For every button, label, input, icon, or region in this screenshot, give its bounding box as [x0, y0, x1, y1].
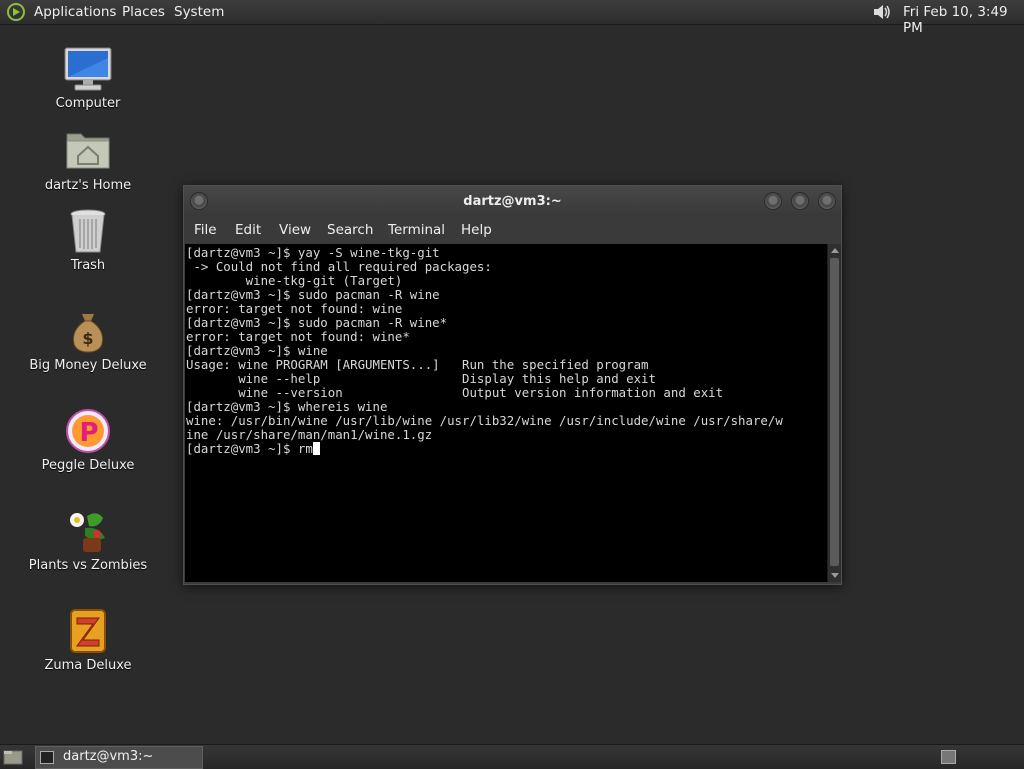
terminal-output[interactable]: [dartz@vm3 ~]$ yay -S wine-tkg-git -> Co… [185, 244, 827, 582]
scrollbar-thumb[interactable] [830, 258, 839, 566]
close-button[interactable] [818, 192, 836, 210]
plants-vs-zombies-icon [70, 513, 105, 552]
desktop-icon-label: Computer [55, 96, 121, 111]
trash-icon [70, 209, 106, 253]
minimize-button[interactable] [764, 192, 782, 210]
desktop-icon-label: Trash [70, 258, 106, 273]
taskbar-button-terminal[interactable]: dartz@vm3:~ [35, 746, 203, 769]
terminal-prompt: [dartz@vm3 ~]$ [186, 441, 298, 456]
terminal-menubar: File Edit View Search Terminal Help [184, 216, 841, 244]
peggle-icon: P [66, 409, 110, 453]
bottom-panel: dartz@vm3:~ [0, 744, 1024, 769]
terminal-line: wine --help Display this help and exit [186, 371, 656, 386]
desktop-icon-trash[interactable]: Trash [28, 208, 148, 273]
window-title: dartz@vm3:~ [463, 194, 562, 209]
home-folder-icon [66, 133, 110, 169]
text-cursor [312, 442, 320, 455]
desktop-icon-label: Big Money Deluxe [29, 358, 147, 373]
window-titlebar[interactable]: dartz@vm3:~ [184, 186, 841, 216]
desktop-icon-computer[interactable]: Computer [28, 46, 148, 111]
menu-file[interactable]: File [194, 222, 217, 238]
desktop-icon-label: Zuma Deluxe [44, 658, 132, 673]
scroll-up-arrow-icon[interactable] [831, 248, 839, 253]
terminal-scrollbar[interactable] [827, 244, 841, 582]
svg-text:P: P [79, 418, 98, 448]
places-menu[interactable]: Places [122, 4, 165, 20]
desktop-icon-peggle[interactable]: P Peggle Deluxe [28, 408, 148, 473]
terminal-line: error: target not found: wine* [186, 329, 410, 344]
computer-icon [64, 47, 112, 91]
distro-logo-icon[interactable] [6, 2, 26, 22]
terminal-icon [40, 751, 54, 764]
workspace-switcher[interactable] [941, 750, 956, 764]
terminal-line: [dartz@vm3 ~]$ whereis wine [186, 399, 388, 414]
terminal-line: [dartz@vm3 ~]$ sudo pacman -R wine* [186, 315, 448, 330]
desktop-icon-home[interactable]: dartz's Home [28, 128, 148, 193]
scroll-down-arrow-icon[interactable] [831, 573, 839, 578]
show-desktop-icon[interactable] [3, 749, 23, 765]
taskbar-button-label: dartz@vm3:~ [63, 749, 154, 764]
clock[interactable]: Fri Feb 10, 3:49 PM [903, 4, 1024, 36]
terminal-line: -> Could not find all required packages: [186, 259, 492, 274]
desktop-icon-label: Peggle Deluxe [41, 458, 135, 473]
menu-view[interactable]: View [279, 222, 311, 238]
svg-text:$: $ [82, 329, 93, 348]
terminal-window: dartz@vm3:~ File Edit View Search Termin… [183, 185, 842, 585]
menu-help[interactable]: Help [461, 222, 492, 238]
desktop-icon-label: Plants vs Zombies [28, 558, 148, 573]
desktop-icon-big-money[interactable]: $ Big Money Deluxe [28, 308, 148, 373]
desktop-icon-zuma[interactable]: Zuma Deluxe [28, 608, 148, 673]
money-bag-icon: $ [73, 314, 103, 353]
desktop-icon-label: dartz's Home [44, 178, 132, 193]
top-panel: Applications Places System Fri Feb 10, 3… [0, 0, 1024, 36]
terminal-input[interactable]: rm [298, 441, 313, 456]
terminal-line: [dartz@vm3 ~]$ yay -S wine-tkg-git [186, 245, 440, 260]
terminal-line: Usage: wine PROGRAM [ARGUMENTS...] Run t… [186, 357, 649, 372]
terminal-line: wine: /usr/bin/wine /usr/lib/wine /usr/l… [186, 413, 783, 428]
menu-edit[interactable]: Edit [235, 222, 261, 238]
terminal-line: wine --version Output version informatio… [186, 385, 724, 400]
desktop-icon-plants-vs-zombies[interactable]: Plants vs Zombies [28, 508, 148, 573]
volume-icon[interactable] [872, 3, 892, 21]
menu-terminal[interactable]: Terminal [388, 222, 445, 238]
zuma-icon [70, 609, 106, 653]
terminal-line: error: target not found: wine [186, 301, 403, 316]
terminal-line: [dartz@vm3 ~]$ sudo pacman -R wine [186, 287, 440, 302]
system-menu[interactable]: System [174, 4, 224, 20]
applications-menu[interactable]: Applications [34, 4, 116, 20]
menu-search[interactable]: Search [327, 222, 373, 238]
maximize-button[interactable] [791, 192, 809, 210]
terminal-line: [dartz@vm3 ~]$ wine [186, 343, 328, 358]
terminal-line: wine-tkg-git (Target) [186, 273, 403, 288]
terminal-line: ine /usr/share/man/man1/wine.1.gz [186, 427, 433, 442]
